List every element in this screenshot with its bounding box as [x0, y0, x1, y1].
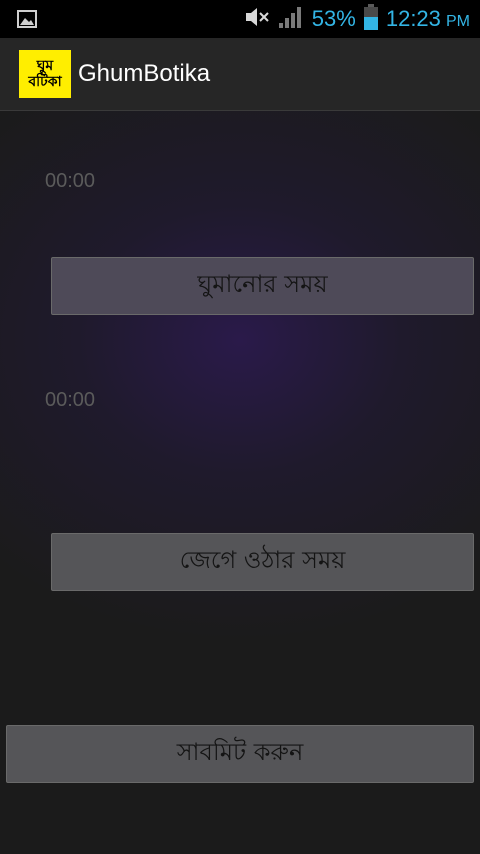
sleep-time-button[interactable]: ঘুমানোর সময় [51, 257, 474, 315]
action-bar: ঘুম বটিকা GhumBotika [0, 38, 480, 111]
image-icon [17, 10, 37, 28]
mute-icon [244, 6, 270, 32]
wake-time-button[interactable]: জেগে ওঠার সময় [51, 533, 474, 591]
wake-time-value: 00:00 [45, 389, 96, 411]
battery-icon [363, 4, 378, 34]
signal-icon [278, 5, 304, 33]
clock: 12:23 PM [386, 6, 470, 32]
status-right: 53% 12:23 PM [244, 0, 470, 38]
clock-suffix: PM [446, 13, 470, 30]
screen: 53% 12:23 PM ঘুম বটিকা GhumBotika 00:00 … [0, 0, 480, 854]
app-title: GhumBotika [78, 60, 211, 87]
logo-line-1: ঘুম [36, 58, 54, 74]
submit-button[interactable]: সাবমিট করুন [6, 725, 474, 783]
battery-percent: 53% [311, 6, 356, 31]
status-bar: 53% 12:23 PM [0, 0, 480, 38]
app-logo[interactable]: ঘুম বটিকা [19, 50, 71, 98]
sleep-time-value: 00:00 [45, 170, 96, 192]
clock-time: 12:23 [385, 6, 441, 31]
logo-line-2: বটিকা [28, 74, 62, 90]
